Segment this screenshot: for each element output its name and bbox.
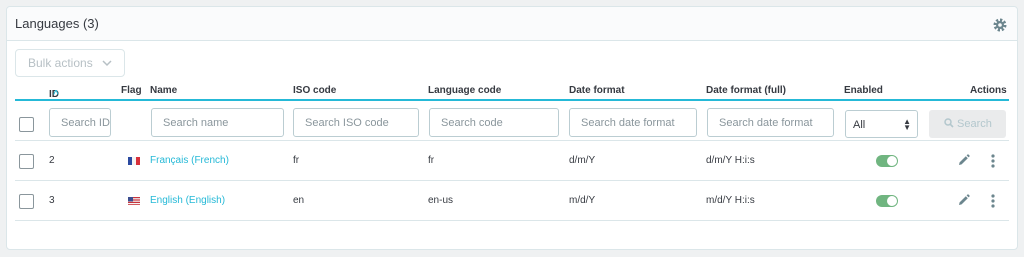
chevron-down-icon [102, 60, 112, 67]
enabled-select[interactable]: All ▲ ▼ [845, 110, 918, 138]
row-date-format: d/m/Y [569, 155, 596, 166]
enabled-toggle[interactable] [876, 155, 898, 167]
row-language-code: fr [428, 155, 435, 166]
select-arrows-icon: ▲ ▼ [903, 117, 911, 132]
row-name-link[interactable]: Français (French) [150, 155, 229, 166]
more-options-icon[interactable] [990, 153, 996, 169]
filter-row: Search ID Search name Search ISO code Se… [15, 103, 1009, 141]
search-date-format-input[interactable]: Search date format [569, 108, 697, 137]
column-flag: Flag [121, 85, 142, 96]
search-date-format-full-input[interactable]: Search date format [707, 108, 834, 137]
row-language-code: en-us [428, 195, 454, 206]
table-row: 2 Français (French) fr fr d/m/Y d/m/Y H:… [15, 142, 1009, 181]
languages-panel: Languages (3) Bulk actions ID ^ Flag Name… [6, 6, 1018, 250]
column-name[interactable]: Name [150, 85, 177, 96]
more-options-icon[interactable] [990, 193, 996, 209]
column-date-format-full[interactable]: Date format (full) [706, 85, 786, 96]
sort-asc-icon[interactable]: ^ [53, 89, 59, 100]
panel-header: Languages (3) [7, 7, 1017, 41]
column-enabled[interactable]: Enabled [844, 85, 883, 96]
row-name-link[interactable]: English (English) [150, 195, 225, 206]
column-date-format[interactable]: Date format [569, 85, 625, 96]
search-code-input[interactable]: Search code [429, 108, 559, 137]
row-iso: en [293, 195, 305, 206]
row-checkbox[interactable] [19, 154, 34, 169]
row-date-format-full: d/m/Y H:i:s [706, 155, 755, 166]
flag-fr-icon [128, 157, 140, 165]
gear-icon[interactable] [992, 17, 1008, 33]
panel-title: Languages (3) [15, 16, 99, 31]
enabled-toggle[interactable] [876, 195, 898, 207]
search-name-input[interactable]: Search name [151, 108, 284, 137]
select-all-checkbox[interactable] [19, 117, 34, 132]
column-iso[interactable]: ISO code [293, 85, 336, 96]
bulk-actions-button[interactable]: Bulk actions [15, 49, 125, 77]
enabled-select-value: All [853, 119, 866, 131]
search-button[interactable]: Search [929, 110, 1006, 138]
search-id-input[interactable]: Search ID [49, 108, 111, 137]
column-actions: Actions [970, 85, 1007, 96]
table-header: ID ^ Flag Name ISO code Language code Dat… [15, 81, 1009, 101]
row-date-format-full: m/d/Y H:i:s [706, 195, 755, 206]
row-date-format: m/d/Y [569, 195, 596, 206]
pencil-icon[interactable] [957, 194, 970, 207]
column-language-code[interactable]: Language code [428, 85, 501, 96]
bulk-actions-label: Bulk actions [28, 56, 93, 70]
row-iso: fr [293, 155, 300, 166]
table-row: 3 English (English) en en-us m/d/Y m/d/Y… [15, 182, 1009, 221]
search-iso-input[interactable]: Search ISO code [293, 108, 419, 137]
search-icon [944, 118, 954, 128]
flag-us-icon [128, 197, 140, 205]
row-id: 3 [49, 195, 55, 206]
search-button-label: Search [957, 118, 992, 130]
pencil-icon[interactable] [957, 154, 970, 167]
row-id: 2 [49, 155, 55, 166]
row-checkbox[interactable] [19, 194, 34, 209]
